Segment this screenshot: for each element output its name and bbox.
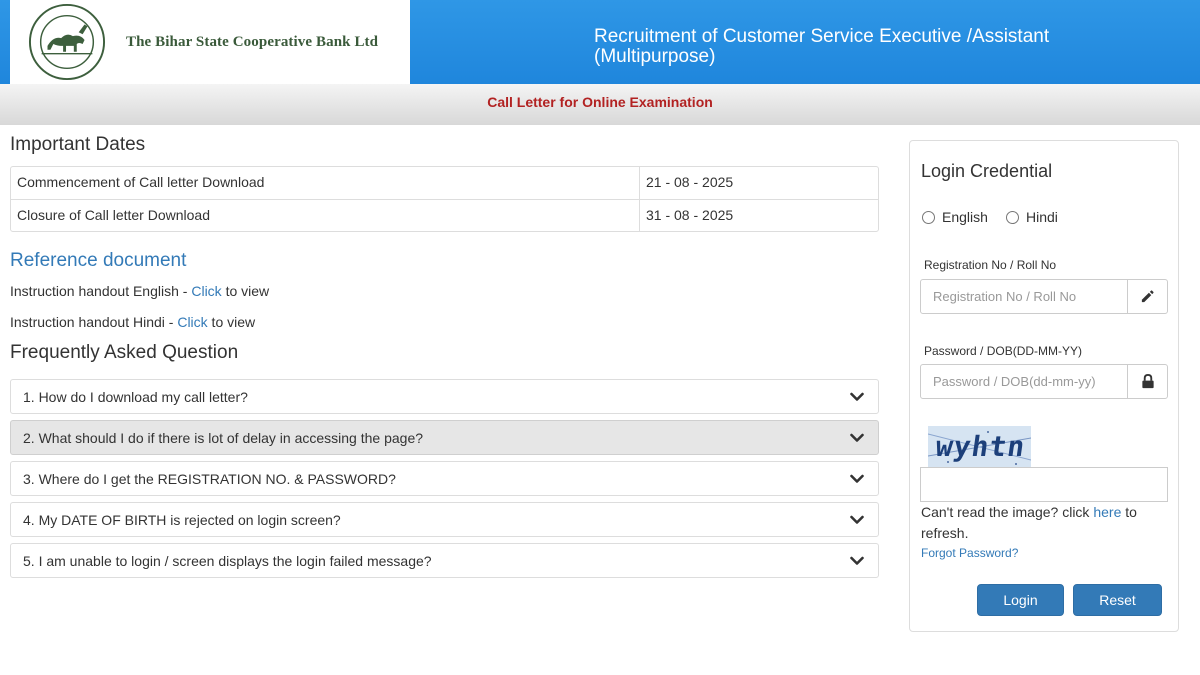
important-dates-table: Commencement of Call letter Download 21 … <box>10 166 879 232</box>
captcha-image: wyhtn <box>928 426 1031 468</box>
faq-question: 5. I am unable to login / screen display… <box>23 552 432 569</box>
captcha-refresh-text: Can't read the image? click here to refr… <box>921 502 1166 544</box>
faq-item-1[interactable]: 1. How do I download my call letter? <box>10 379 879 414</box>
login-title: Login Credential <box>921 161 1053 181</box>
page-title-line2: (Multipurpose) <box>594 46 716 67</box>
page-title: Recruitment of Customer Service Executiv… <box>594 27 1049 67</box>
reset-button[interactable]: Reset <box>1073 584 1162 616</box>
instruction-hindi-text: Instruction handout Hindi - <box>10 314 178 330</box>
chevron-down-icon <box>850 433 864 442</box>
date-value: 31 - 08 - 2025 <box>646 207 734 223</box>
radio-hindi[interactable] <box>1006 210 1019 224</box>
instruction-hindi: Instruction handout Hindi - Click to vie… <box>10 314 255 330</box>
chevron-down-icon <box>850 556 864 565</box>
login-panel: Login Credential English Hindi Registrat… <box>909 140 1179 632</box>
date-value: 21 - 08 - 2025 <box>646 174 734 190</box>
instruction-hindi-suffix: to view <box>207 314 256 330</box>
instruction-english-link[interactable]: Click <box>191 283 221 299</box>
captcha-text: wyhtn <box>933 430 1028 463</box>
login-button[interactable]: Login <box>977 584 1064 616</box>
language-english-option[interactable]: English <box>922 209 988 225</box>
important-dates-heading: Important Dates <box>10 134 146 155</box>
subheader-bar: Call Letter for Online Examination <box>0 84 1200 125</box>
date-label: Commencement of Call letter Download <box>11 167 640 199</box>
logo-area: The Bihar State Cooperative Bank Ltd <box>10 0 410 84</box>
faq-question: 1. How do I download my call letter? <box>23 388 248 405</box>
chevron-down-icon <box>850 474 864 483</box>
registration-input[interactable]: Registration No / Roll No <box>920 279 1128 314</box>
instruction-english: Instruction handout English - Click to v… <box>10 283 269 299</box>
language-english-label: English <box>942 209 988 225</box>
faq-item-4[interactable]: 4. My DATE OF BIRTH is rejected on login… <box>10 502 879 537</box>
pencil-icon <box>1141 290 1154 303</box>
lock-icon <box>1141 374 1154 389</box>
table-row: Commencement of Call letter Download 21 … <box>11 167 878 199</box>
faq-item-3[interactable]: 3. Where do I get the REGISTRATION NO. &… <box>10 461 879 496</box>
instruction-english-text: Instruction handout English - <box>10 283 192 299</box>
chevron-down-icon <box>850 392 864 401</box>
bank-name: The Bihar State Cooperative Bank Ltd <box>126 33 379 50</box>
password-addon <box>1127 364 1168 399</box>
password-input[interactable]: Password / DOB(dd-mm-yy) <box>920 364 1128 399</box>
registration-addon <box>1127 279 1168 314</box>
language-hindi-label: Hindi <box>1026 209 1058 225</box>
refresh-prefix: Can't read the image? click <box>921 504 1094 520</box>
faq-question: 3. Where do I get the REGISTRATION NO. &… <box>23 470 396 487</box>
radio-english[interactable] <box>922 210 935 224</box>
table-row: Closure of Call letter Download 31 - 08 … <box>11 199 878 231</box>
page-header: The Bihar State Cooperative Bank Ltd Rec… <box>0 0 1200 84</box>
instruction-english-suffix: to view <box>221 283 270 299</box>
instruction-hindi-link[interactable]: Click <box>177 314 207 330</box>
subheader-title: Call Letter for Online Examination <box>487 94 713 110</box>
language-hindi-option[interactable]: Hindi <box>1006 209 1058 225</box>
reference-heading: Reference document <box>10 250 187 271</box>
captcha-input[interactable] <box>920 467 1168 502</box>
password-label: Password / DOB(DD-MM-YY) <box>924 344 1083 358</box>
chevron-down-icon <box>850 515 864 524</box>
page-title-line1: Recruitment of Customer Service Executiv… <box>594 26 1050 47</box>
forgot-password-link[interactable]: Forgot Password? <box>921 546 1018 560</box>
refresh-link[interactable]: here <box>1093 504 1121 520</box>
faq-question: 4. My DATE OF BIRTH is rejected on login… <box>23 511 341 528</box>
bank-seal-icon <box>28 3 106 81</box>
faq-heading: Frequently Asked Question <box>10 342 239 363</box>
faq-item-5[interactable]: 5. I am unable to login / screen display… <box>10 543 879 578</box>
faq-item-2[interactable]: 2. What should I do if there is lot of d… <box>10 420 879 455</box>
faq-question: 2. What should I do if there is lot of d… <box>23 429 424 446</box>
date-label: Closure of Call letter Download <box>11 200 640 231</box>
registration-label: Registration No / Roll No <box>924 258 1057 272</box>
